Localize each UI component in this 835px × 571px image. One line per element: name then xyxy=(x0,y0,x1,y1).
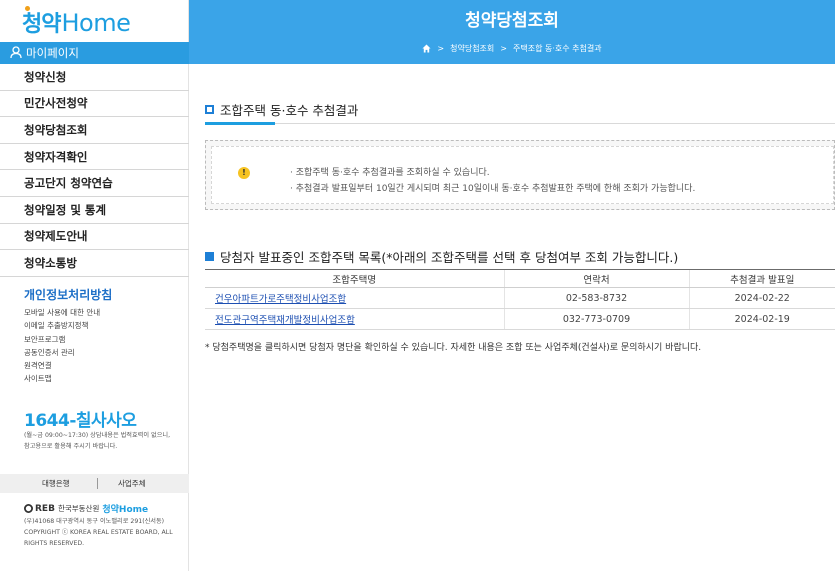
user-icon xyxy=(10,46,22,59)
chevron-right-icon: > xyxy=(437,44,445,53)
footer-brand: 청약Home xyxy=(102,505,149,515)
logo-en: Home xyxy=(61,9,131,37)
home-icon[interactable] xyxy=(422,44,431,53)
notice-line-2: · 추첨결과 발표일부터 10일간 게시되며 최근 10일이내 동·호수 추첨발… xyxy=(290,184,696,194)
breadcrumb: > 청약당첨조회 > 주택조합 동·호수 추첨결과 xyxy=(189,43,835,54)
breadcrumb-item-1[interactable]: 청약당첨조회 xyxy=(450,43,494,54)
sidebar-item-apply[interactable]: 청약신청 xyxy=(0,64,189,91)
sidebar-links: 모바일 사용에 대한 안내 이메일 추출방지정책 보안프로그램 공동인증서 관리… xyxy=(24,306,100,386)
link-sitemap[interactable]: 사이트맵 xyxy=(24,372,100,385)
divider xyxy=(97,478,98,489)
link-security-program[interactable]: 보안프로그램 xyxy=(24,333,100,346)
section-title-text: 조합주택 동·호수 추첨결과 xyxy=(220,103,359,118)
page-title: 청약당첨조회 xyxy=(465,11,559,31)
link-cert-management[interactable]: 공동인증서 관리 xyxy=(24,346,100,359)
builder-link[interactable]: 사업주체 xyxy=(118,478,146,489)
footer-address: (우)41068 대구광역시 동구 이노밸리로 291(신서동) COPYRIG… xyxy=(24,518,173,547)
sidebar-item-eligibility[interactable]: 청약자격확인 xyxy=(0,144,189,171)
notice-line-1: · 조합주택 동·호수 추첨결과를 조회하실 수 있습니다. xyxy=(290,168,490,178)
breadcrumb-item-2[interactable]: 주택조합 동·호수 추첨결과 xyxy=(513,43,602,54)
site-logo[interactable]: 청약 Home xyxy=(22,6,131,37)
notice-box: ! · 조합주택 동·호수 추첨결과를 조회하실 수 있습니다. · 추첨결과 … xyxy=(205,140,835,210)
page-header: 청약당첨조회 > 청약당첨조회 > 주택조합 동·호수 추첨결과 xyxy=(189,0,835,64)
cell-date: 2024-02-22 xyxy=(688,287,835,309)
chevron-right-icon: > xyxy=(500,44,507,53)
section-title-text: 당첨자 발표중인 조합주택 목록(*아래의 조합주택를 선택 후 당첨여부 조회… xyxy=(220,250,679,265)
link-mobile-guide[interactable]: 모바일 사용에 대한 안내 xyxy=(24,306,100,319)
cell-name: 건우아파트가로주택정비사업조합 xyxy=(205,287,504,309)
phone-number: 1644-칠사사오 xyxy=(24,411,137,431)
square-bullet-icon xyxy=(205,105,214,114)
sidebar-item-communication[interactable]: 청약소통방 xyxy=(0,250,189,277)
phone-info: (월~금 09:00~17:30) 상담내용은 법적효력이 없으니, 참고용으로… xyxy=(24,432,171,450)
mypage-label: 마이페이지 xyxy=(26,46,79,60)
footer-org: 한국부동산원 xyxy=(57,504,100,513)
sidebar: 청약 Home 마이페이지 청약신청 민간사전청약 청약당첨조회 청약자격확인 … xyxy=(0,0,189,571)
footer-logo: REB 한국부동산원 청약Home xyxy=(24,502,148,515)
cell-contact: 032-773-0709 xyxy=(503,308,689,330)
cell-name: 전도관구역주택재개발정비사업조합 xyxy=(205,308,504,330)
cell-contact: 02-583-8732 xyxy=(503,287,689,309)
bank-builder-bar: 대행은행 사업주체 xyxy=(0,474,189,493)
sidebar-item-system-guide[interactable]: 청약제도안내 xyxy=(0,224,189,251)
title-underline xyxy=(205,122,275,125)
square-bullet-icon xyxy=(205,252,214,261)
notice-inner: ! · 조합주택 동·호수 추첨결과를 조회하실 수 있습니다. · 추첨결과 … xyxy=(211,146,834,204)
agent-bank-link[interactable]: 대행은행 xyxy=(42,478,70,489)
divider xyxy=(205,123,835,124)
sidebar-item-schedule-stats[interactable]: 청약일정 및 통계 xyxy=(0,197,189,224)
sidebar-item-private-pre-apply[interactable]: 민간사전청약 xyxy=(0,91,189,118)
sidebar-menu: 청약신청 민간사전청약 청약당첨조회 청약자격확인 공고단지 청약연습 청약일정… xyxy=(0,64,189,277)
cell-date: 2024-02-19 xyxy=(688,308,835,330)
table-header-row: 조합주택명 연락처 추첨결과 발표일 xyxy=(205,269,835,288)
privacy-policy-link[interactable]: 개인정보처리방침 xyxy=(24,286,112,303)
mypage-link[interactable]: 마이페이지 xyxy=(0,42,189,64)
housing-list-table: 조합주택명 연락처 추첨결과 발표일 건우아파트가로주택정비사업조합 02-58… xyxy=(205,269,835,330)
section-title-lottery: 조합주택 동·호수 추첨결과 xyxy=(205,100,358,119)
housing-link[interactable]: 건우아파트가로주택정비사업조합 xyxy=(215,294,346,305)
exclamation-icon: ! xyxy=(238,167,250,179)
footer-reb: REB xyxy=(35,503,55,514)
col-header-name: 조합주택명 xyxy=(205,269,504,288)
table-footnote: * 당첨주택명을 클릭하시면 당첨자 명단을 확인하실 수 있습니다. 자세한 … xyxy=(205,343,702,353)
link-email-policy[interactable]: 이메일 추출방지정책 xyxy=(24,319,100,332)
table-row: 전도관구역주택재개발정비사업조합 032-773-0709 2024-02-19 xyxy=(205,308,835,330)
section-title-list: 당첨자 발표중인 조합주택 목록(*아래의 조합주택를 선택 후 당첨여부 조회… xyxy=(205,247,678,266)
main-content: 조합주택 동·호수 추첨결과 ! · 조합주택 동·호수 추첨결과를 조회하실 … xyxy=(189,64,835,571)
housing-link[interactable]: 전도관구역주택재개발정비사업조합 xyxy=(215,315,355,326)
sidebar-item-winner-lookup[interactable]: 청약당첨조회 xyxy=(0,117,189,144)
logo-dot-icon xyxy=(25,6,30,11)
col-header-date: 추첨결과 발표일 xyxy=(688,269,835,288)
reb-logo-icon xyxy=(24,504,33,513)
col-header-contact: 연락처 xyxy=(503,269,689,288)
sidebar-item-practice[interactable]: 공고단지 청약연습 xyxy=(0,170,189,197)
table-row: 건우아파트가로주택정비사업조합 02-583-8732 2024-02-22 xyxy=(205,287,835,309)
link-remote[interactable]: 원격연결 xyxy=(24,359,100,372)
